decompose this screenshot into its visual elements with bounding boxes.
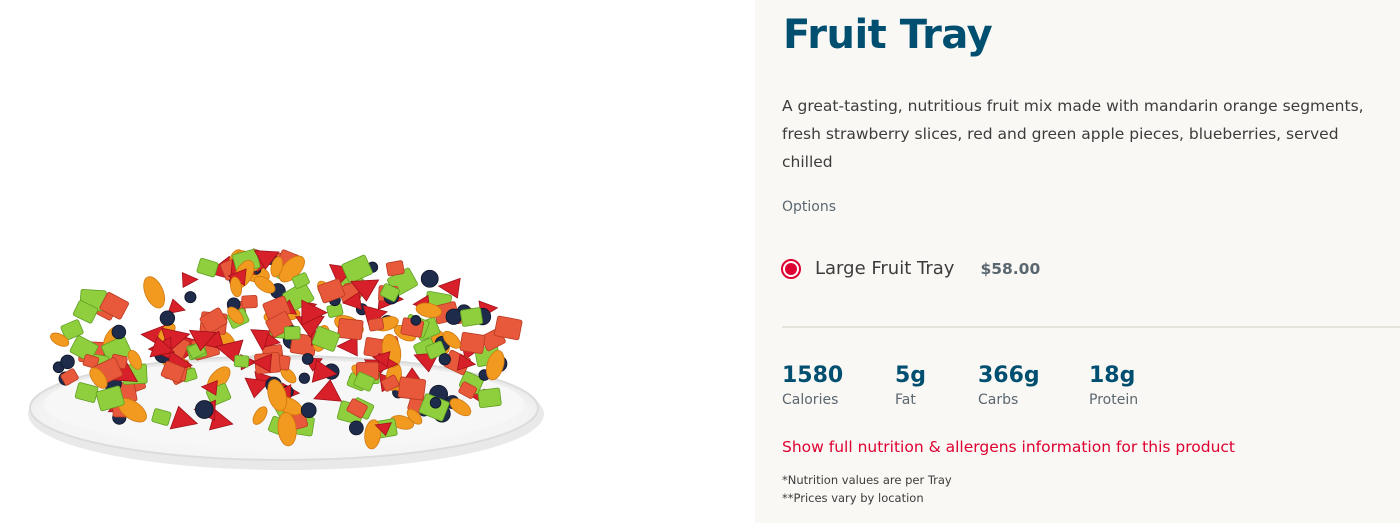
nutrition-value: 1580: [782, 363, 844, 388]
product-title: Fruit Tray: [783, 12, 993, 58]
product-image-panel: [0, 0, 755, 523]
nutrition-value: 366g: [978, 363, 1040, 388]
fruit-piece: [385, 260, 405, 277]
nutrition-label: Carbs: [978, 392, 1019, 408]
fruit-piece: [445, 308, 462, 325]
fruit-piece: [60, 354, 75, 370]
fruit-piece: [196, 257, 219, 278]
fruit-piece: [397, 376, 427, 401]
nutrition-value: 5g: [895, 363, 927, 388]
fruit-piece: [459, 331, 486, 354]
fruit-piece: [301, 353, 314, 365]
option-large-fruit-tray[interactable]: Large Fruit Tray $58.00: [781, 258, 1040, 279]
fruit-piece: [233, 354, 250, 368]
fruit-piece: [159, 310, 176, 326]
footnote-prices: **Prices vary by location: [782, 491, 924, 505]
option-name: Large Fruit Tray: [815, 258, 955, 279]
fruit-piece: [410, 315, 422, 326]
fruit-piece: [283, 326, 301, 340]
fruit-piece: [143, 276, 166, 309]
fruit-piece: [438, 353, 451, 366]
fruit-piece: [420, 269, 439, 288]
nutrition-carbs: 366g Carbs: [978, 362, 1040, 408]
nutrition-label: Protein: [1089, 392, 1139, 408]
fruit-piece: [367, 317, 385, 332]
fruit-piece: [477, 387, 502, 409]
fruit-piece: [300, 402, 317, 419]
nutrition-fat: 5g Fat: [895, 362, 926, 408]
fruit-piece: [181, 271, 199, 289]
fruit-piece: [348, 420, 364, 436]
fruit-piece: [194, 400, 214, 419]
radio-dot: [785, 262, 797, 275]
fruit-piece: [429, 397, 442, 409]
option-price: $58.00: [980, 259, 1041, 278]
product-description: A great-tasting, nutritious fruit mix ma…: [782, 97, 1364, 171]
nutrition-summary: 1580 Calories 5g Fat 366g Carbs 18g Prot…: [755, 362, 1400, 422]
nutrition-label: Fat: [895, 392, 916, 408]
product-details-panel: Fruit Tray A great-tasting, nutritious f…: [755, 0, 1400, 523]
fruit-tray-image: [28, 248, 544, 470]
nutrition-calories: 1580 Calories: [782, 362, 843, 408]
fruit-piece: [298, 372, 311, 384]
options-label: Options: [782, 199, 837, 215]
nutrition-protein: 18g Protein: [1089, 362, 1138, 408]
nutrition-value: 18g: [1089, 363, 1136, 388]
fruit-piece: [493, 315, 523, 341]
fruit-piece: [460, 307, 484, 327]
product-page: Fruit Tray A great-tasting, nutritious f…: [0, 0, 1400, 523]
fruit-piece: [241, 294, 258, 309]
nutrition-label: Calories: [782, 392, 839, 408]
divider: [782, 326, 1400, 328]
nutrition-allergens-link[interactable]: Show full nutrition & allergens informat…: [782, 438, 1235, 456]
fruit-piece: [337, 318, 364, 341]
radio-button-selected[interactable]: [781, 258, 801, 279]
footnote-nutrition: *Nutrition values are per Tray: [782, 473, 952, 487]
fruit-piece: [111, 324, 127, 340]
fruit-piece: [184, 291, 197, 304]
